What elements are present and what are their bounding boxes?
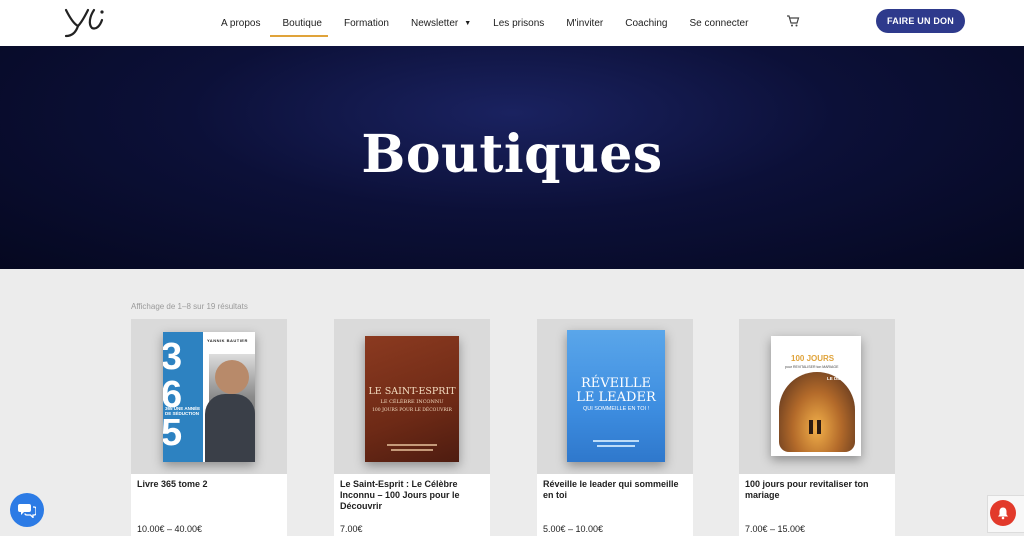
cover-tag: LE DÉFI xyxy=(827,376,845,381)
cover-title: 100 JOURS xyxy=(791,354,835,363)
product-title[interactable]: Réveille le leader qui sommeille en toi xyxy=(543,479,691,501)
book-cover-saint-esprit: LE SAINT-ESPRIT LE CÉLÈBRE INCONNU 100 J… xyxy=(365,336,459,462)
cover-big-number: 365 xyxy=(163,336,183,454)
nav-item-se-connecter[interactable]: Se connecter xyxy=(679,0,760,46)
chat-button[interactable] xyxy=(10,493,44,527)
product-title[interactable]: 100 jours pour revitaliser ton mariage xyxy=(745,479,893,501)
main-nav: A propos Boutique Formation Newsletter ▼ … xyxy=(210,0,759,46)
page-title: Boutiques xyxy=(361,124,663,185)
product-info: Réveille le leader qui sommeille en toi … xyxy=(537,474,693,536)
product-card[interactable]: 365 YANNIK BAUTIER 365 UNE ANNÉE DE SÉDU… xyxy=(131,319,287,536)
nav-label: Formation xyxy=(343,17,389,29)
nav-item-formation[interactable]: Formation xyxy=(333,0,400,46)
product-price: 7.00€ – 15.00€ xyxy=(745,524,806,534)
product-price: 5.00€ – 10.00€ xyxy=(543,524,604,534)
product-info: Le Saint-Esprit : Le Célèbre Inconnu – 1… xyxy=(334,474,490,536)
nav-item-boutique[interactable]: Boutique xyxy=(271,0,332,46)
nav-item-a-propos[interactable]: A propos xyxy=(210,0,271,46)
nav-label: Newsletter xyxy=(410,17,459,29)
donate-button[interactable]: FAIRE UN DON xyxy=(876,9,965,33)
product-price: 7.00€ xyxy=(340,524,363,534)
product-image[interactable]: RÉVEILLE LE LEADER QUI SOMMEILLE EN TOI … xyxy=(537,319,693,474)
cover-subtitle: LE CÉLÈBRE INCONNU xyxy=(380,399,444,405)
cover-title-1: RÉVEILLE xyxy=(580,376,652,391)
product-info: Livre 365 tome 2 10.00€ – 40.00€ xyxy=(131,474,287,536)
product-card[interactable]: RÉVEILLE LE LEADER QUI SOMMEILLE EN TOI … xyxy=(537,319,693,536)
product-card[interactable]: LE SAINT-ESPRIT LE CÉLÈBRE INCONNU 100 J… xyxy=(334,319,490,536)
cover-title-2: LE LEADER xyxy=(576,390,656,405)
chevron-down-icon: ▼ xyxy=(464,19,472,27)
cover-title: LE SAINT-ESPRIT xyxy=(368,386,456,397)
cover-subtitle: QUI SOMMEILLE EN TOI ! xyxy=(582,406,650,412)
product-price: 10.00€ – 40.00€ xyxy=(137,524,203,534)
site-logo[interactable] xyxy=(60,4,108,40)
nav-item-newsletter[interactable]: Newsletter ▼ xyxy=(400,0,482,46)
notification-button[interactable] xyxy=(990,500,1016,526)
product-image[interactable]: 365 YANNIK BAUTIER 365 UNE ANNÉE DE SÉDU… xyxy=(131,319,287,474)
book-cover-100-jours: 100 JOURS pour REVITALISER ton MARIAGE L… xyxy=(771,336,861,456)
book-cover-365: 365 YANNIK BAUTIER 365 UNE ANNÉE DE SÉDU… xyxy=(163,332,255,462)
product-image[interactable]: LE SAINT-ESPRIT LE CÉLÈBRE INCONNU 100 J… xyxy=(334,319,490,474)
active-nav-underline xyxy=(270,35,328,37)
hero-banner: Boutiques xyxy=(0,46,1024,269)
nav-label: Coaching xyxy=(625,17,668,29)
cover-author: YANNIK BAUTIER xyxy=(207,338,248,343)
nav-label: Les prisons xyxy=(493,17,545,29)
nav-label: Boutique xyxy=(282,17,322,29)
nav-item-m-inviter[interactable]: M'inviter xyxy=(555,0,614,46)
cover-subtitle: pour REVITALISER ton MARIAGE xyxy=(785,365,839,369)
cover-subtitle-2: 100 JOURS POUR LE DÉCOUVRIR xyxy=(372,408,452,413)
nav-label: A propos xyxy=(221,17,261,29)
product-title[interactable]: Le Saint-Esprit : Le Célèbre Inconnu – 1… xyxy=(340,479,488,512)
cover-subtitle: 365 UNE ANNÉE DE SÉDUCTION xyxy=(165,406,201,416)
product-info: 100 jours pour revitaliser ton mariage 7… xyxy=(739,474,895,536)
product-card[interactable]: 100 JOURS pour REVITALISER ton MARIAGE L… xyxy=(739,319,895,536)
result-count: Affichage de 1–8 sur 19 résultats xyxy=(131,302,248,311)
nav-item-coaching[interactable]: Coaching xyxy=(614,0,678,46)
product-image[interactable]: 100 JOURS pour REVITALISER ton MARIAGE L… xyxy=(739,319,895,474)
site-header: A propos Boutique Formation Newsletter ▼ … xyxy=(0,0,1024,46)
product-title[interactable]: Livre 365 tome 2 xyxy=(137,479,285,490)
nav-label: M'inviter xyxy=(566,17,604,29)
cart-icon[interactable] xyxy=(786,14,800,28)
book-cover-reveille-leader: RÉVEILLE LE LEADER QUI SOMMEILLE EN TOI … xyxy=(567,330,665,462)
chat-icon xyxy=(18,504,36,518)
bell-icon xyxy=(998,507,1008,520)
nav-item-les-prisons[interactable]: Les prisons xyxy=(482,0,555,46)
nav-label: Se connecter xyxy=(689,17,749,29)
